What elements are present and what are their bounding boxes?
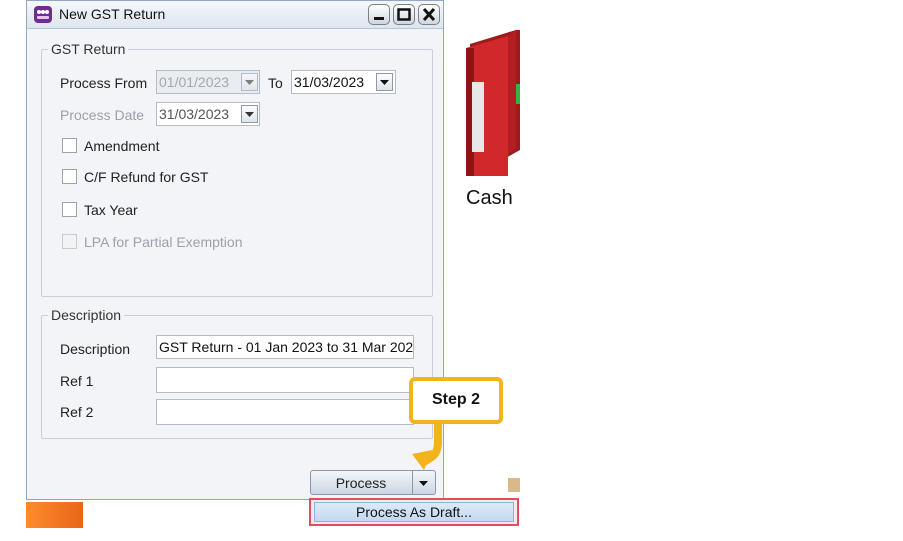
process-date-label: Process Date: [60, 107, 145, 123]
window-title: New GST Return: [59, 6, 166, 22]
lpa-partial-exemption-label: LPA for Partial Exemption: [84, 234, 243, 250]
process-date-dropdown-icon: [241, 105, 258, 123]
minimize-button[interactable]: [368, 4, 390, 25]
ref1-label: Ref 1: [60, 373, 94, 389]
title-bar[interactable]: New GST Return: [27, 1, 443, 29]
tax-year-checkbox[interactable]: [62, 202, 77, 217]
description-field[interactable]: GST Return - 01 Jan 2023 to 31 Mar 2023: [156, 335, 414, 359]
close-button[interactable]: [418, 4, 440, 25]
to-date-dropdown-icon[interactable]: [376, 73, 393, 91]
ref2-field[interactable]: [156, 399, 414, 425]
process-dropdown-menu: Process As Draft...: [309, 498, 519, 526]
cf-refund-checkbox[interactable]: [62, 169, 77, 184]
process-from-dropdown-icon: [241, 73, 258, 91]
cash-book-icon[interactable]: [464, 30, 520, 176]
maximize-button[interactable]: [393, 4, 415, 25]
description-legend: Description: [48, 307, 125, 323]
amendment-label: Amendment: [84, 138, 160, 154]
background-tab: [26, 502, 83, 528]
new-gst-return-dialog: New GST Return GST Return Process From 0…: [26, 0, 444, 500]
gst-return-legend: GST Return: [48, 41, 129, 57]
process-as-draft-menu-item[interactable]: Process As Draft...: [314, 502, 514, 522]
step-callout-text: Step 2: [431, 391, 480, 408]
callout-arrow-icon: [412, 424, 442, 470]
lpa-partial-exemption-checkbox: [62, 234, 77, 249]
amendment-checkbox[interactable]: [62, 138, 77, 153]
cash-label[interactable]: Cash: [466, 187, 513, 210]
process-from-label: Process From: [60, 75, 148, 91]
ref2-label: Ref 2: [60, 404, 94, 420]
ref1-field[interactable]: [156, 367, 414, 393]
to-label: To: [268, 75, 283, 91]
process-button-label: Process: [335, 475, 387, 491]
cf-refund-label: C/F Refund for GST: [84, 169, 209, 185]
step-callout: Step 2: [409, 377, 503, 424]
app-icon: [34, 6, 52, 23]
description-label: Description: [60, 341, 131, 357]
background-item: [508, 478, 520, 492]
tax-year-label: Tax Year: [84, 202, 138, 218]
